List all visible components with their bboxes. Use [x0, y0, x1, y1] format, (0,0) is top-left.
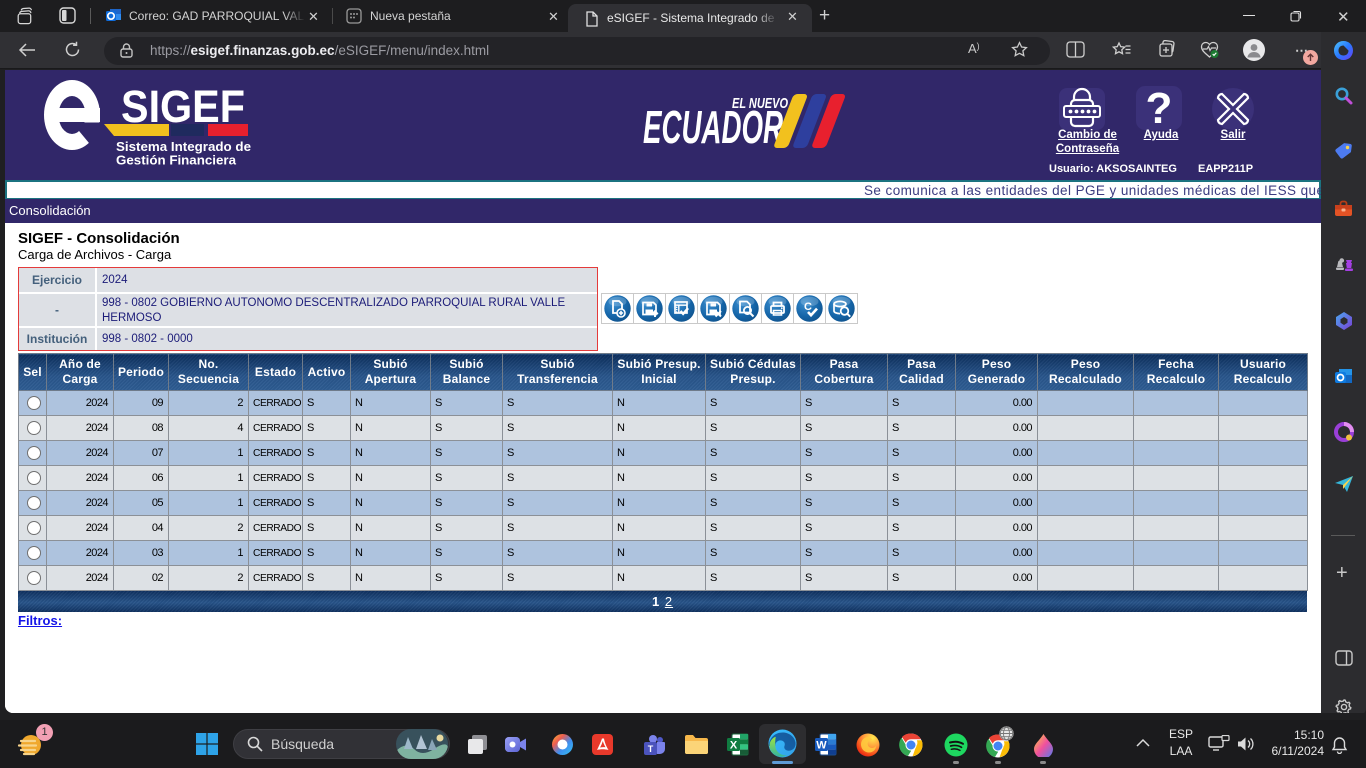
svg-text:ECUADOR: ECUADOR	[643, 101, 783, 152]
svg-text:C: C	[804, 301, 812, 313]
svg-text:W: W	[816, 740, 827, 752]
svg-text:?: ?	[1146, 84, 1173, 132]
svg-text:X: X	[730, 740, 738, 752]
svg-text:Gestión Financiera: Gestión Financiera	[116, 153, 237, 168]
svg-text:T: T	[648, 744, 654, 754]
